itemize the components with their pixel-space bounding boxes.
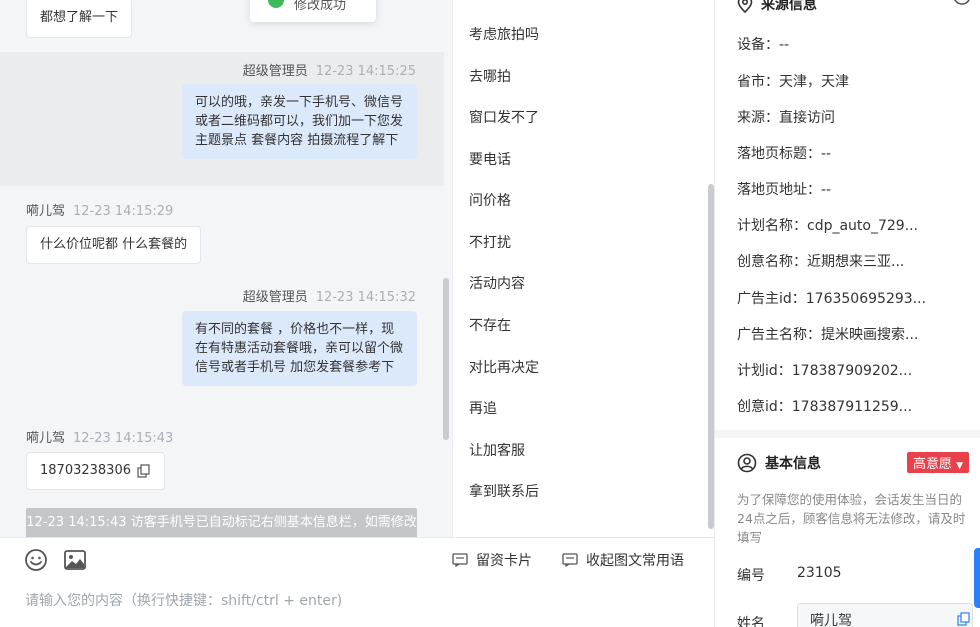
- name-value: 嗬儿驾: [810, 613, 852, 627]
- source-info-title: 来源信息: [761, 0, 817, 13]
- phone-number: 18703238306: [40, 463, 131, 478]
- caret-down-icon: ▼: [956, 461, 964, 471]
- info-plan-name: 计划名称：cdp_auto_729...: [737, 218, 919, 234]
- sender-name: 嗬儿驾: [26, 431, 66, 446]
- visitor-phone-bubble: 18703238306: [26, 452, 166, 490]
- name-label: 姓名: [737, 616, 765, 627]
- name-field[interactable]: 嗬儿驾: [797, 603, 973, 627]
- agent-message-bubble: 可以的哦，亲发一下手机号、微信号或者二维码都可以，我们加一下您发主题景点 套餐内…: [182, 84, 417, 159]
- info-creative-id: 创意id：178387911259...: [737, 399, 913, 415]
- settings-icon[interactable]: [951, 0, 973, 8]
- chat-scrollbar[interactable]: [443, 278, 449, 440]
- toast-text: 修改成功: [294, 0, 347, 13]
- visitor-message-bubble: 都想了解一下: [26, 0, 133, 38]
- intent-dropdown[interactable]: 高意愿 ▼: [907, 452, 970, 473]
- section-divider: [715, 430, 980, 438]
- user-icon: [737, 453, 757, 473]
- system-notice: 12-23 14:15:43 访客手机号已自动标记右侧基本信息栏，如需修改请在基…: [26, 508, 417, 537]
- message-meta: 嗬儿驾 12-23 14:15:29: [26, 200, 173, 219]
- id-label: 编号: [737, 568, 765, 584]
- basic-info-title: 基本信息: [765, 456, 821, 472]
- success-check-icon: [268, 0, 284, 8]
- source-info-header: 来源信息: [737, 0, 817, 14]
- message-meta: 超级管理员 12-23 14:15:25: [243, 60, 416, 79]
- phrase-item[interactable]: 考虑旅拍吗: [469, 24, 539, 44]
- phrase-item[interactable]: 再追: [469, 398, 497, 418]
- collapse-phrases-button[interactable]: 收起图文常用语: [562, 550, 684, 570]
- image-icon[interactable]: [63, 548, 87, 572]
- info-landing-url: 落地页地址：--: [737, 182, 832, 198]
- phrase-item[interactable]: 不打扰: [469, 232, 511, 252]
- message-composer: 留资卡片 收起图文常用语 请输入您的内容（换行快捷键：shift/ctrl + …: [0, 537, 714, 627]
- message-time: 12-23 14:15:43: [73, 431, 174, 446]
- message-time: 12-23 14:15:32: [315, 290, 416, 305]
- intent-label: 高意愿: [913, 457, 953, 472]
- info-city: 省市：天津，天津: [737, 74, 849, 90]
- collapse-phrases-label: 收起图文常用语: [586, 553, 684, 569]
- phrase-icon: [562, 553, 578, 567]
- phrase-item[interactable]: 拿到联系后: [469, 481, 539, 501]
- info-source: 来源：直接访问: [737, 110, 835, 126]
- phrase-item[interactable]: 让加客服: [469, 440, 525, 460]
- emoji-icon[interactable]: [24, 548, 48, 572]
- copy-icon[interactable]: [137, 463, 151, 478]
- info-creative-name: 创意名称：近期想来三亚...: [737, 254, 905, 270]
- location-icon: [737, 0, 753, 13]
- phrase-item[interactable]: 要电话: [469, 149, 511, 169]
- info-landing-title: 落地页标题：--: [737, 146, 832, 162]
- info-advertiser-id: 广告主id：176350695293...: [737, 291, 927, 307]
- message-meta: 超级管理员 12-23 14:15:32: [243, 286, 416, 305]
- basic-info-header: 基本信息: [737, 453, 821, 473]
- quick-phrase-list: 考虑旅拍吗 去哪拍 窗口发不了 要电话 问价格 不打扰 活动内容 不存在 对比再…: [452, 0, 714, 537]
- sender-name: 超级管理员: [242, 290, 308, 305]
- phrase-item[interactable]: 不存在: [469, 315, 511, 335]
- id-value: 23105: [797, 565, 842, 581]
- info-advertiser-name: 广告主名称：提米映画搜索...: [737, 327, 919, 343]
- phrase-item[interactable]: 去哪拍: [469, 66, 511, 86]
- message-meta: 嗬儿驾 12-23 14:15:43: [26, 427, 173, 446]
- lead-card-label: 留资卡片: [476, 553, 532, 569]
- card-icon: [452, 553, 468, 567]
- info-device: 设备：--: [737, 37, 790, 53]
- phrase-item[interactable]: 问价格: [469, 190, 511, 210]
- chat-panel: 都想了解一下 超级管理员 12-23 14:15:25 可以的哦，亲发一下手机号、…: [0, 0, 452, 537]
- visitor-message-bubble: 什么价位呢都 什么套餐的: [26, 226, 202, 264]
- info-plan-id: 计划id：178387909202...: [737, 363, 913, 379]
- message-time: 12-23 14:15:25: [315, 64, 416, 79]
- phrase-item[interactable]: 窗口发不了: [469, 107, 539, 127]
- phrase-item[interactable]: 对比再决定: [469, 357, 539, 377]
- edit-notice: 为了保障您的使用体验，会话发生当日的24点之后，顾客信息将无法修改，请及时填写: [737, 492, 966, 545]
- copy-icon[interactable]: [957, 612, 971, 626]
- sender-name: 嗬儿驾: [26, 204, 66, 219]
- agent-message-bubble: 有不同的套餐 ，价格也不一样，现在有特惠活动套餐哦，亲可以留个微信号或者手机号 …: [182, 311, 417, 386]
- lead-card-button[interactable]: 留资卡片: [452, 550, 532, 570]
- message-time: 12-23 14:15:29: [73, 204, 174, 219]
- customer-info-panel: 来源信息 设备：-- 省市：天津，天津 来源：直接访问 落地页标题：-- 落地页…: [714, 0, 980, 627]
- sender-name: 超级管理员: [242, 64, 308, 79]
- message-input[interactable]: 请输入您的内容（换行快捷键：shift/ctrl + enter): [25, 590, 342, 610]
- side-drawer-tab[interactable]: [974, 548, 980, 608]
- toast-notification: 修改成功: [250, 0, 376, 22]
- phrase-item[interactable]: 活动内容: [469, 273, 525, 293]
